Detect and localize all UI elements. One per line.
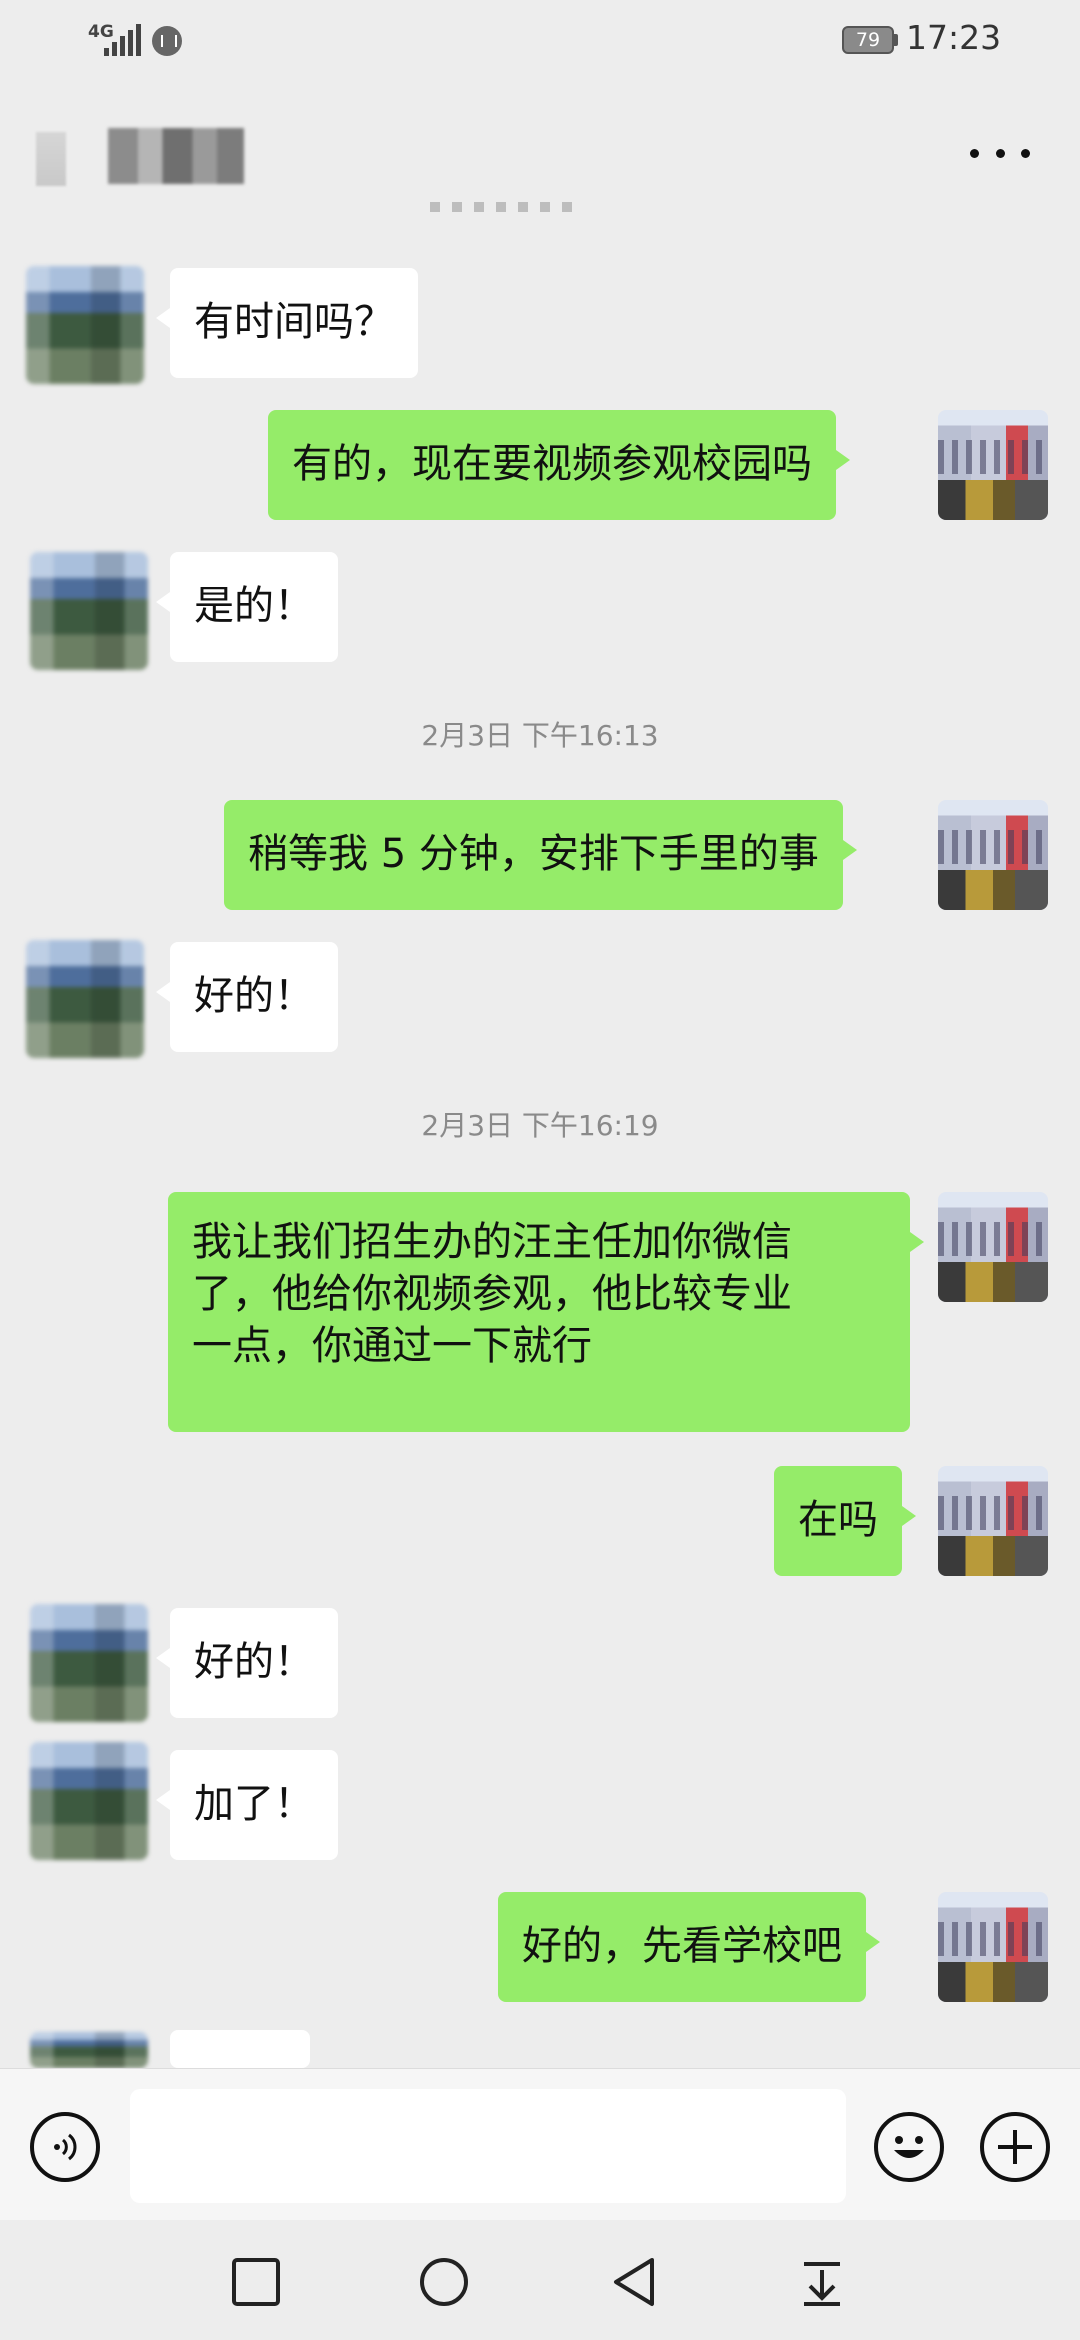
battery-tip-icon <box>894 34 898 46</box>
outgoing-message-bubble[interactable]: 在吗 <box>774 1466 916 1576</box>
contact-avatar[interactable] <box>30 552 148 670</box>
incoming-message-bubble[interactable]: 加了！ <box>156 1750 338 1860</box>
my-avatar[interactable] <box>938 1192 1048 1302</box>
back-icon[interactable] <box>608 2256 660 2308</box>
outgoing-message-bubble[interactable]: 稍等我 5 分钟，安排下手里的事 <box>224 800 857 910</box>
hd-voice-icon <box>152 26 182 56</box>
outgoing-message-bubble[interactable]: 有的，现在要视频参观校园吗 <box>268 410 850 520</box>
contact-avatar[interactable] <box>26 940 144 1058</box>
network-type: 4G <box>88 22 114 42</box>
incoming-message-bubble[interactable]: 好的！ <box>156 1608 338 1718</box>
emoji-icon <box>894 2136 924 2158</box>
voice-input-icon <box>54 2133 77 2161</box>
clipped-message-text <box>430 198 580 212</box>
battery-indicator: 79 <box>842 26 894 54</box>
status-bar: 4G 79 17:23 <box>0 0 1080 80</box>
more-options-button[interactable] <box>970 128 1030 178</box>
more-dot <box>1021 148 1030 158</box>
emoji-button[interactable] <box>874 2112 944 2182</box>
timestamp: 2月3日 下午16:13 <box>421 719 659 752</box>
system-nav-bar <box>0 2220 1080 2340</box>
my-avatar[interactable] <box>938 1892 1048 2002</box>
incoming-message-bubble[interactable]: 是的！ <box>156 552 338 662</box>
contact-avatar[interactable] <box>30 1742 148 1860</box>
my-avatar[interactable] <box>938 410 1048 520</box>
clock: 17:23 <box>906 18 1002 57</box>
my-avatar[interactable] <box>938 800 1048 910</box>
plus-icon <box>998 2130 1032 2164</box>
home-icon[interactable] <box>418 2256 470 2308</box>
outgoing-message-bubble[interactable]: 我让我们招生办的汪主任加你微信 了，他给你视频参观，他比较专业 一点，你通过一下… <box>168 1192 924 1432</box>
more-dot <box>970 148 979 158</box>
back-button[interactable] <box>36 132 66 186</box>
more-dot <box>995 148 1005 158</box>
contact-avatar[interactable] <box>26 266 144 384</box>
incoming-message-bubble[interactable]: 好的！ <box>156 942 338 1052</box>
timestamp: 2月3日 下午16:19 <box>421 1109 659 1142</box>
contact-avatar[interactable] <box>30 1604 148 1722</box>
recent-apps-icon[interactable] <box>230 2256 282 2308</box>
notification-pull-icon[interactable] <box>796 2256 848 2308</box>
more-functions-button[interactable] <box>980 2112 1050 2182</box>
contact-name-redacted <box>108 128 244 184</box>
message-input[interactable] <box>130 2089 846 2203</box>
message-input-bar <box>0 2068 1080 2221</box>
incoming-message-bubble-partial[interactable] <box>156 2030 310 2090</box>
my-avatar[interactable] <box>938 1466 1048 1576</box>
outgoing-message-bubble[interactable]: 好的，先看学校吧 <box>498 1892 880 2002</box>
contact-avatar[interactable] <box>30 2032 148 2068</box>
voice-input-button[interactable] <box>30 2112 100 2182</box>
incoming-message-bubble[interactable]: 有时间吗？ <box>156 268 418 378</box>
